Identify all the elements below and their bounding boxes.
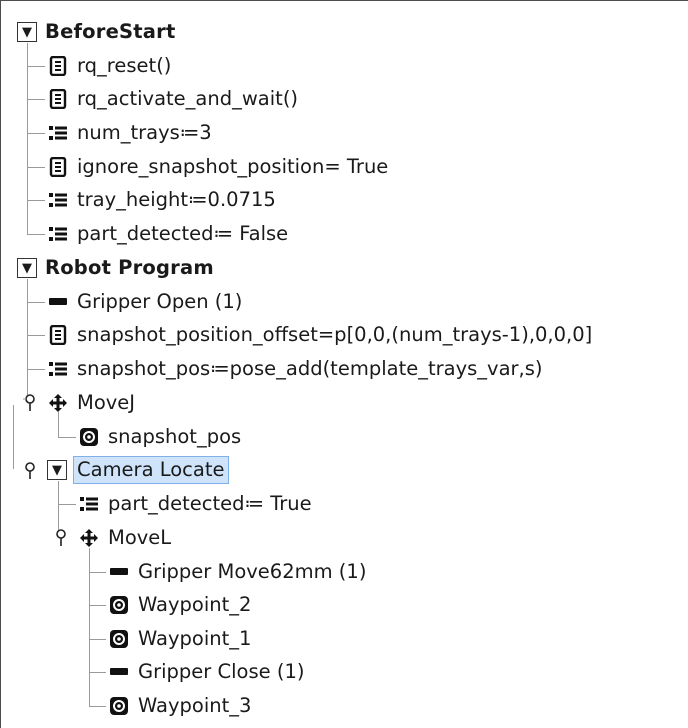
- node-label: Gripper Open (1): [77, 290, 243, 313]
- script-icon: [47, 55, 69, 77]
- node-label: snapshot_pos≔pose_add(template_trays_var…: [77, 357, 543, 380]
- gripper-icon: [108, 661, 130, 683]
- node-label: snapshot_pos: [108, 425, 242, 448]
- tree-node-snapshot-offset[interactable]: snapshot_position_offset=p[0,0,(num_tray…: [47, 318, 594, 352]
- node-label: Gripper Move62mm (1): [138, 560, 367, 583]
- expand-toggle-icon[interactable]: ▼: [17, 22, 37, 42]
- tree-connector: [89, 639, 106, 640]
- assignment-icon: [47, 223, 69, 245]
- tree-connector: [89, 572, 106, 573]
- node-label: Waypoint_2: [138, 593, 252, 616]
- tree-connector: [27, 279, 28, 403]
- program-tree: ▼ BeforeStart rq_reset() rq_activate_and…: [0, 0, 688, 728]
- tree-node-movel[interactable]: MoveL: [78, 521, 173, 555]
- waypoint-icon: [108, 695, 130, 717]
- waypoint-icon: [78, 426, 100, 448]
- tree-node-rq-activate[interactable]: rq_activate_and_wait(): [47, 82, 300, 116]
- tree-connector: [27, 167, 45, 168]
- tree-node-waypoint-2[interactable]: Waypoint_2: [108, 588, 253, 622]
- tree-node-waypoint-1[interactable]: Waypoint_1: [108, 622, 253, 656]
- script-icon: [47, 88, 69, 110]
- tree-node-rq-reset[interactable]: rq_reset(): [47, 49, 173, 83]
- node-label: ignore_snapshot_position= True: [77, 155, 389, 178]
- node-label: MoveJ: [77, 391, 136, 414]
- expand-toggle-icon[interactable]: ▼: [47, 460, 67, 480]
- tree-connector: [27, 99, 45, 100]
- tree-connector: [27, 234, 45, 235]
- tree-connector: [89, 605, 106, 606]
- move-icon: [47, 392, 69, 414]
- tree-node-tray-height[interactable]: tray_height≔0.0715: [47, 183, 278, 217]
- tree-connector: [58, 437, 76, 438]
- move-icon: [78, 527, 100, 549]
- tree-connector: [27, 66, 45, 67]
- tree-node-movej[interactable]: MoveJ: [47, 386, 137, 420]
- assignment-icon: [47, 122, 69, 144]
- expand-toggle-icon[interactable]: ▼: [17, 258, 37, 278]
- node-label: part_detected≔ True: [108, 492, 312, 515]
- tree-node-part-detected-true[interactable]: part_detected≔ True: [78, 487, 314, 521]
- tree-node-gripper-move[interactable]: Gripper Move62mm (1): [108, 555, 368, 589]
- tree-node-camera-locate[interactable]: ▼ Camera Locate: [47, 453, 229, 487]
- tree-node-waypoint-3[interactable]: Waypoint_3: [108, 689, 253, 723]
- node-label: snapshot_position_offset=p[0,0,(num_tray…: [77, 323, 593, 346]
- tree-node-part-detected-false[interactable]: part_detected≔ False: [47, 217, 290, 251]
- assignment-icon: [47, 189, 69, 211]
- tree-node-robot-program[interactable]: ▼ Robot Program: [17, 251, 216, 285]
- tree-connector: [27, 369, 45, 370]
- tree-connector: [89, 672, 106, 673]
- node-label: MoveL: [108, 526, 172, 549]
- tree-connector: [13, 405, 14, 469]
- node-label: Waypoint_3: [138, 694, 252, 717]
- node-label: Robot Program: [45, 256, 214, 279]
- tree-connector: [27, 43, 28, 235]
- node-label: BeforeStart: [45, 20, 176, 43]
- tree-node-beforestart[interactable]: ▼ BeforeStart: [17, 15, 177, 49]
- breakpoint-pin-icon[interactable]: [23, 461, 37, 481]
- breakpoint-pin-icon[interactable]: [54, 528, 68, 548]
- node-label-selected: Camera Locate: [73, 456, 229, 484]
- tree-connector: [27, 200, 45, 201]
- tree-node-waypoint-snapshot-pos[interactable]: snapshot_pos: [78, 420, 243, 454]
- node-label: rq_activate_and_wait(): [77, 87, 299, 110]
- gripper-icon: [108, 561, 130, 583]
- node-label: tray_height≔0.0715: [77, 188, 276, 211]
- node-label: rq_reset(): [77, 54, 172, 77]
- tree-connector: [58, 504, 76, 505]
- gripper-icon: [47, 291, 69, 313]
- waypoint-icon: [108, 594, 130, 616]
- tree-node-num-trays[interactable]: num_trays≔3: [47, 116, 214, 150]
- tree-node-gripper-open[interactable]: Gripper Open (1): [47, 285, 244, 319]
- tree-connector: [89, 706, 106, 707]
- node-label: part_detected≔ False: [77, 222, 289, 245]
- script-icon: [47, 324, 69, 346]
- waypoint-icon: [108, 628, 130, 650]
- assignment-icon: [47, 358, 69, 380]
- tree-node-ignore-snapshot[interactable]: ignore_snapshot_position= True: [47, 150, 390, 184]
- node-label: Waypoint_1: [138, 627, 252, 650]
- script-icon: [47, 156, 69, 178]
- tree-connector: [27, 335, 45, 336]
- tree-connector: [27, 133, 45, 134]
- tree-connector: [27, 302, 45, 303]
- assignment-icon: [78, 493, 100, 515]
- node-label: Gripper Close (1): [138, 660, 305, 683]
- breakpoint-pin-icon[interactable]: [23, 393, 37, 413]
- node-label: num_trays≔3: [77, 121, 212, 144]
- tree-node-gripper-close[interactable]: Gripper Close (1): [108, 655, 306, 689]
- tree-node-snapshot-pos-assign[interactable]: snapshot_pos≔pose_add(template_trays_var…: [47, 352, 545, 386]
